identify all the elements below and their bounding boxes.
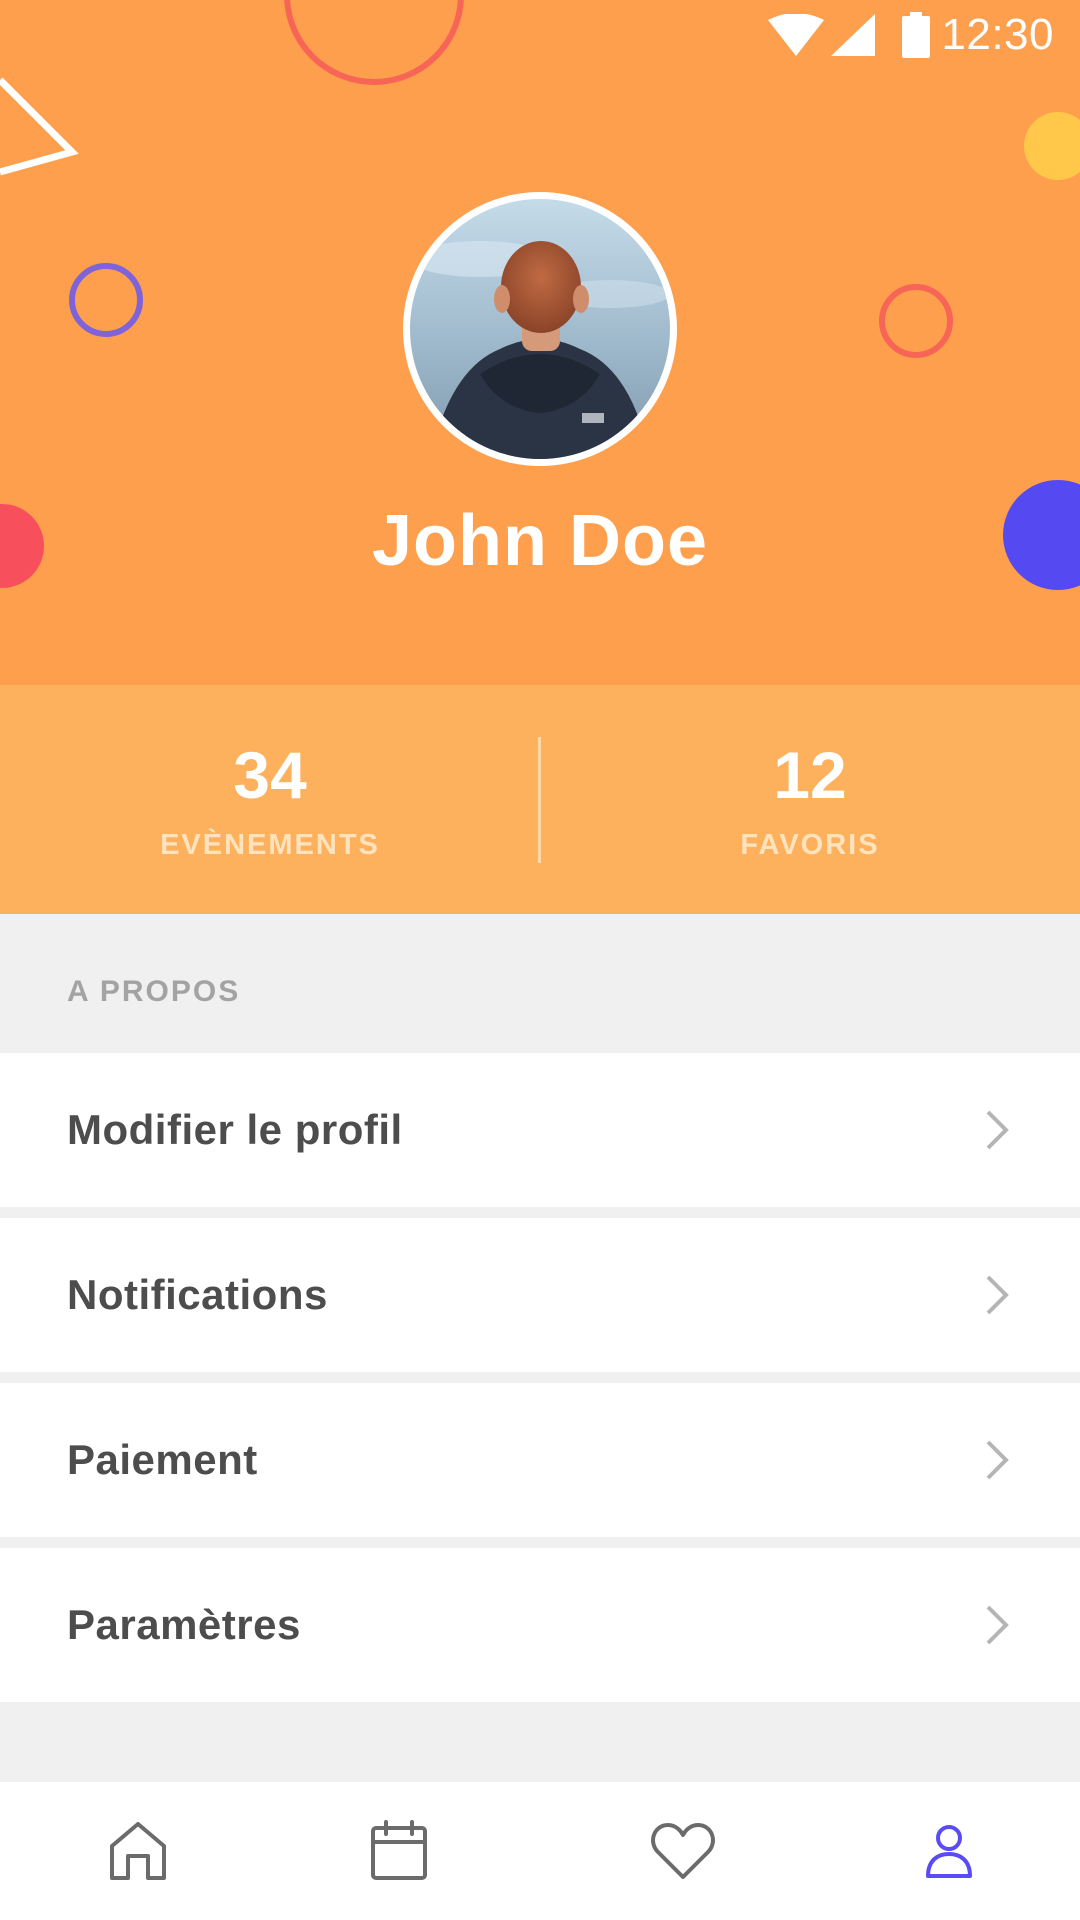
profile-name: John Doe — [371, 501, 708, 581]
stats-divider — [538, 737, 541, 863]
stat-favorites[interactable]: 12 FAVORIS — [540, 685, 1080, 914]
menu-item-notifications[interactable]: Notifications — [0, 1218, 1080, 1372]
wifi-icon — [768, 14, 824, 56]
nav-calendar[interactable] — [264, 1782, 534, 1920]
battery-icon — [902, 12, 930, 58]
chevron-right-icon — [986, 1275, 1009, 1315]
menu-item-label: Notifications — [67, 1271, 328, 1318]
nav-profile[interactable] — [814, 1782, 1080, 1920]
stat-events-label: EVÈNEMENTS — [160, 829, 380, 861]
chevron-right-icon — [986, 1605, 1009, 1645]
menu-item-label: Paiement — [67, 1436, 258, 1483]
nav-favorites[interactable] — [548, 1782, 818, 1920]
menu-item-payment[interactable]: Paiement — [0, 1383, 1080, 1537]
section-title: A PROPOS — [67, 975, 241, 1008]
home-icon — [110, 1822, 166, 1880]
signal-icon — [831, 14, 875, 56]
menu-item-label: Paramètres — [67, 1601, 301, 1648]
status-time: 12:30 — [941, 10, 1054, 59]
avatar-image — [410, 199, 670, 459]
menu-item-label: Modifier le profil — [67, 1106, 403, 1153]
stat-events-value: 34 — [233, 738, 307, 812]
stat-favorites-label: FAVORIS — [740, 829, 880, 861]
status-bar: 12:30 — [680, 0, 1080, 70]
user-icon — [926, 1825, 972, 1878]
stat-favorites-value: 12 — [773, 738, 847, 812]
chevron-right-icon — [986, 1440, 1009, 1480]
chevron-right-icon — [986, 1110, 1009, 1150]
avatar — [410, 199, 670, 459]
avatar-frame[interactable] — [403, 192, 677, 466]
profile-header: 12:30 John Doe — [0, 0, 1080, 685]
calendar-icon — [371, 1820, 427, 1880]
stat-events[interactable]: 34 EVÈNEMENTS — [0, 685, 540, 914]
heart-icon — [651, 1823, 715, 1879]
bottom-nav — [0, 1782, 1080, 1920]
menu-item-settings[interactable]: Paramètres — [0, 1548, 1080, 1702]
nav-home[interactable] — [3, 1782, 273, 1920]
menu-item-edit-profile[interactable]: Modifier le profil — [0, 1053, 1080, 1207]
